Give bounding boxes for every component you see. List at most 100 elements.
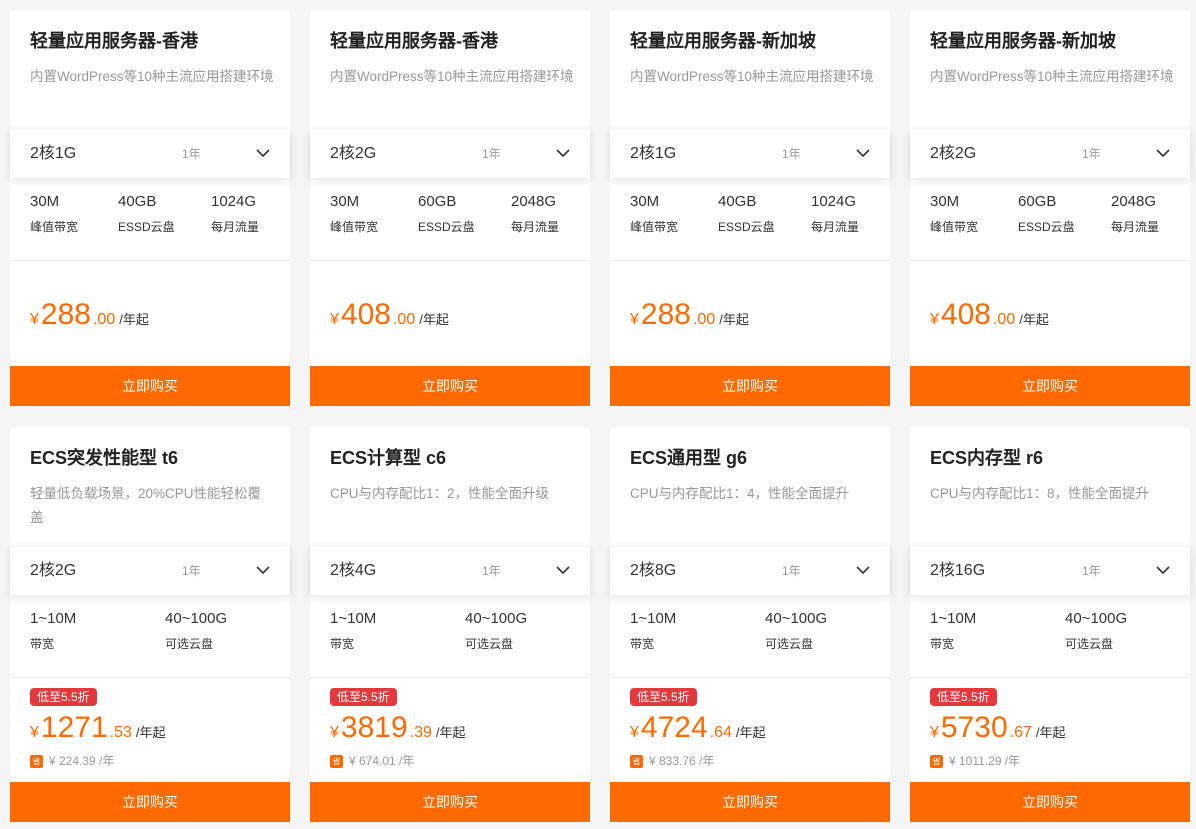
spec-item-value: 1~10M: [30, 610, 77, 627]
spec-item-value: 1~10M: [330, 610, 377, 627]
price-decimal: .64: [709, 724, 732, 741]
spec-value: 2核2G: [930, 145, 977, 162]
product-card: ECS内存型 r6 CPU与内存配比1：8，性能全面提升 2核16G 1年 1~…: [910, 427, 1190, 822]
spec-item: 1024G 每月流量: [811, 193, 859, 234]
spec-value: 2核4G: [330, 562, 377, 579]
product-description: 内置WordPress等10种主流应用搭建环境: [30, 69, 274, 84]
price-decimal: .00: [992, 311, 1016, 328]
spec-dropdown[interactable]: 2核2G 1年: [310, 130, 590, 178]
period-value: 1年: [182, 564, 201, 578]
spec-item-value: 2048G: [511, 193, 557, 210]
price: ¥3819.39/年起: [330, 713, 466, 743]
spec-dropdown[interactable]: 2核1G 1年: [10, 130, 290, 178]
currency-symbol: ¥: [30, 311, 39, 328]
price-unit: /年起: [735, 725, 766, 740]
price-integer: 408: [340, 298, 391, 331]
price-integer: 408: [940, 298, 991, 331]
price: ¥408.00/年起: [930, 300, 1049, 330]
spec-dropdown[interactable]: 2核4G 1年: [310, 547, 590, 595]
save-icon: 省: [330, 755, 343, 769]
currency-symbol: ¥: [630, 311, 639, 328]
spec-value: 2核1G: [630, 145, 677, 162]
spec-item-label: 每月流量: [211, 220, 260, 234]
spec-item-value: 1~10M: [930, 610, 977, 627]
spec-dropdown[interactable]: 2核16G 1年: [910, 547, 1190, 595]
currency-symbol: ¥: [330, 311, 339, 328]
divider: [10, 260, 290, 261]
period-value: 1年: [1082, 564, 1101, 578]
currency-symbol: ¥: [930, 724, 939, 741]
spec-item: 2048G 每月流量: [1111, 193, 1159, 234]
savings: 省 ¥ 674.01 /年: [330, 753, 414, 769]
spec-item-label: ESSD云盘: [1018, 220, 1075, 234]
spec-list: 1~10M 带宽 40~100G 可选云盘: [330, 610, 580, 662]
price-unit: /年起: [435, 725, 466, 740]
chevron-down-icon: [856, 566, 870, 575]
spec-dropdown[interactable]: 2核2G 1年: [10, 547, 290, 595]
spec-dropdown[interactable]: 2核2G 1年: [910, 130, 1190, 178]
price: ¥5730.67/年起: [930, 713, 1066, 743]
price-integer: 1271: [40, 711, 108, 744]
buy-button[interactable]: 立即购买: [610, 366, 890, 406]
product-card: 轻量应用服务器-新加坡 内置WordPress等10种主流应用搭建环境 2核1G…: [610, 10, 890, 406]
buy-button[interactable]: 立即购买: [910, 366, 1190, 406]
spec-item: 1~10M 带宽: [930, 610, 976, 651]
spec-item-label: 可选云盘: [465, 637, 514, 651]
product-description: 内置WordPress等10种主流应用搭建环境: [330, 69, 574, 84]
spec-item-label: 峰值带宽: [30, 220, 79, 234]
product-title: ECS计算型 c6: [330, 448, 447, 468]
spec-item-label: 带宽: [630, 637, 655, 651]
spec-item-label: 带宽: [30, 637, 55, 651]
product-description: 内置WordPress等10种主流应用搭建环境: [630, 69, 874, 84]
spec-item: 40GB ESSD云盘: [718, 193, 775, 234]
buy-button[interactable]: 立即购买: [610, 782, 890, 822]
spec-item: 30M 峰值带宽: [30, 193, 78, 234]
price-unit: /年起: [119, 312, 149, 327]
divider: [910, 260, 1190, 261]
price: ¥288.00/年起: [30, 300, 149, 330]
spec-item-value: 40GB: [718, 193, 757, 210]
spec-item-label: 每月流量: [1111, 220, 1160, 234]
spec-value: 2核16G: [930, 562, 986, 579]
price: ¥408.00/年起: [330, 300, 449, 330]
spec-item-label: 带宽: [930, 637, 955, 651]
divider: [610, 677, 890, 678]
spec-item-value: 40~100G: [1065, 610, 1128, 627]
buy-button[interactable]: 立即购买: [310, 366, 590, 406]
buy-button[interactable]: 立即购买: [10, 366, 290, 406]
spec-dropdown[interactable]: 2核8G 1年: [610, 547, 890, 595]
spec-item-label: 峰值带宽: [930, 220, 979, 234]
price: ¥4724.64/年起: [630, 713, 766, 743]
discount-badge: 低至5.5折: [30, 688, 97, 706]
buy-button[interactable]: 立即购买: [10, 782, 290, 822]
price: ¥288.00/年起: [630, 300, 749, 330]
buy-button[interactable]: 立即购买: [910, 782, 1190, 822]
product-title: ECS通用型 g6: [630, 448, 748, 468]
spec-item-label: ESSD云盘: [718, 220, 775, 234]
spec-item-label: 带宽: [330, 637, 355, 651]
product-title: 轻量应用服务器-香港: [30, 31, 198, 51]
price-decimal: .53: [109, 724, 132, 741]
spec-item-value: 30M: [630, 193, 660, 210]
savings: 省 ¥ 1011.29 /年: [930, 753, 1020, 769]
spec-item-value: 40~100G: [165, 610, 228, 627]
spec-value: 2核8G: [630, 562, 677, 579]
save-icon: 省: [30, 755, 43, 769]
spec-item-label: 可选云盘: [765, 637, 814, 651]
spec-item: 1~10M 带宽: [630, 610, 676, 651]
divider: [310, 677, 590, 678]
spec-value: 2核1G: [30, 145, 77, 162]
spec-dropdown[interactable]: 2核1G 1年: [610, 130, 890, 178]
product-description: 轻量低负载场景，20%CPU性能轻松覆盖: [30, 486, 262, 525]
spec-item-label: 峰值带宽: [330, 220, 379, 234]
divider: [910, 677, 1190, 678]
spec-item: 30M 峰值带宽: [930, 193, 978, 234]
price-unit: /年起: [1019, 312, 1049, 327]
product-description: CPU与内存配比1：2，性能全面升级: [330, 486, 550, 501]
chevron-down-icon: [556, 149, 570, 158]
product-card: ECS通用型 g6 CPU与内存配比1：4，性能全面提升 2核8G 1年 1~1…: [610, 427, 890, 822]
spec-item: 30M 峰值带宽: [330, 193, 378, 234]
buy-button[interactable]: 立即购买: [310, 782, 590, 822]
discount-badge: 低至5.5折: [630, 688, 697, 706]
spec-item-value: 40~100G: [465, 610, 528, 627]
